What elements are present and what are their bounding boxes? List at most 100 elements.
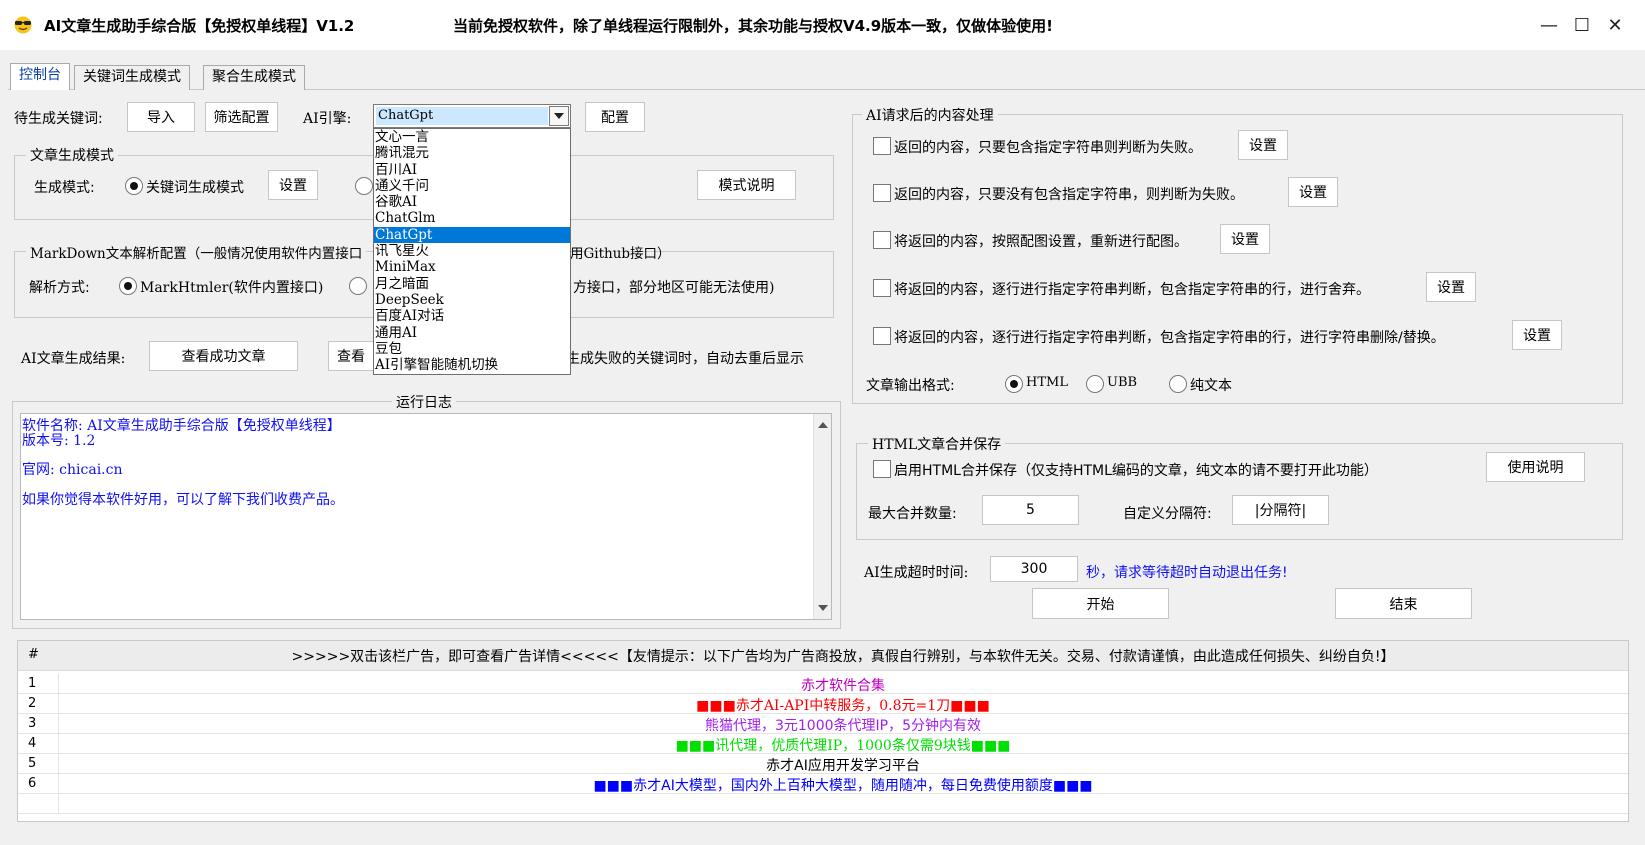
engine-dropdown-list: 文心一言 腾讯混元 百川AI 通义千问 谷歌AI ChatGlm ChatGpt… (373, 128, 571, 375)
engine-option[interactable]: 谷歌AI (374, 194, 570, 210)
log-scrollbar[interactable] (813, 414, 831, 619)
rule-label: 返回的内容，只要包含指定字符串则判断为失败。 (894, 140, 1202, 156)
result-label: AI文章生成结果: (21, 351, 126, 367)
radio-github-label-tail: 方接口，部分地区可能无法使用) (573, 280, 775, 296)
ad-row-number: 3 (28, 716, 37, 731)
radio-plaintext-label: 纯文本 (1190, 378, 1232, 394)
engine-label: AI引擎: (303, 111, 352, 127)
timeout-input[interactable]: 300 (990, 556, 1078, 582)
tab-keyword-mode[interactable]: 关键词生成模式 (74, 65, 190, 90)
rule-settings-button[interactable]: 设置 (1288, 177, 1338, 207)
filter-config-button[interactable]: 筛选配置 (205, 102, 278, 132)
engine-config-button[interactable]: 配置 (585, 102, 645, 132)
merge-help-button[interactable]: 使用说明 (1486, 452, 1585, 482)
ad-row-text[interactable]: 赤才AI应用开发学习平台 (58, 755, 1628, 775)
rule-checkbox[interactable] (873, 231, 891, 249)
engine-option[interactable]: AI引擎智能随机切换 (374, 357, 570, 373)
radio-plaintext[interactable] (1169, 375, 1187, 393)
ad-row-text[interactable]: ■■■讯代理，优质代理IP，1000条仅需9块钱■■■ (58, 735, 1628, 755)
log-line: 如果你觉得本软件好用，可以了解下我们收费产品。 (22, 492, 344, 508)
scroll-down-icon[interactable] (818, 605, 828, 611)
parse-mode-label: 解析方式: (29, 280, 90, 296)
engine-option[interactable]: 豆包 (374, 341, 570, 357)
separator-label: 自定义分隔符: (1123, 506, 1212, 522)
engine-option[interactable]: 讯飞星火 (374, 243, 570, 259)
view-success-button[interactable]: 查看成功文章 (149, 341, 298, 371)
engine-option[interactable]: 腾讯混元 (374, 145, 570, 161)
ad-row-number: 2 (28, 696, 37, 711)
merge-enable-checkbox[interactable] (873, 460, 891, 478)
rule-settings-button[interactable]: 设置 (1238, 130, 1288, 160)
minimize-button[interactable]: — (1533, 10, 1565, 40)
radio-keyword-mode-label: 关键词生成模式 (146, 180, 244, 196)
maximize-button[interactable]: ☐ (1566, 10, 1598, 40)
radio-ubb-label: UBB (1107, 375, 1138, 390)
radio-second-mode[interactable] (355, 177, 373, 195)
max-merge-label: 最大合并数量: (868, 506, 957, 522)
radio-markhtmler-label: MarkHtmler(软件内置接口) (140, 280, 324, 296)
radio-github[interactable] (349, 277, 367, 295)
rule-settings-button[interactable]: 设置 (1220, 224, 1270, 254)
rule-label: 将返回的内容，逐行进行指定字符串判断，包含指定字符串的行，进行字符串删除/替换。 (894, 330, 1445, 346)
radio-markhtmler[interactable] (119, 277, 137, 295)
sunglasses-face-icon (14, 16, 32, 34)
radio-ubb[interactable] (1086, 375, 1104, 393)
stop-button[interactable]: 结束 (1335, 588, 1472, 619)
ad-row-number: 6 (28, 776, 37, 791)
ad-row[interactable]: 1 赤才软件合集 (18, 674, 1628, 694)
ad-row-number: 4 (28, 736, 37, 751)
gen-mode-settings-button[interactable]: 设置 (268, 170, 318, 200)
ad-table[interactable]: # >>>>>双击该栏广告，即可查看广告详情<<<<<【友情提示：以下广告均为广… (17, 640, 1629, 822)
ad-row[interactable]: 6 ■■■赤才AI大模型，国内外上百种大模型，随用随冲，每日免费使用额度■■■ (18, 774, 1628, 794)
rule-settings-button[interactable]: 设置 (1426, 272, 1476, 302)
tab-console[interactable]: 控制台 (10, 63, 70, 90)
engine-option[interactable]: DeepSeek (374, 292, 570, 308)
merge-group-title: HTML文章合并保存 (868, 434, 1006, 454)
timeout-hint: 秒，请求等待超时自动退出任务! (1086, 565, 1288, 581)
view-failed-button[interactable]: 查看 (328, 341, 374, 371)
ad-row-number: 5 (28, 756, 37, 771)
radio-html[interactable] (1005, 375, 1023, 393)
gen-mode-group-title: 文章生成模式 (26, 145, 118, 165)
merge-enable-label: 启用HTML合并保存（仅支持HTML编码的文章，纯文本的请不要打开此功能） (894, 463, 1378, 479)
rule-checkbox[interactable] (873, 327, 891, 345)
ad-row-text[interactable]: ■■■赤才AI大模型，国内外上百种大模型，随用随冲，每日免费使用额度■■■ (58, 775, 1628, 795)
engine-option[interactable]: 通用AI (374, 325, 570, 341)
start-button[interactable]: 开始 (1032, 588, 1169, 619)
log-textarea[interactable]: 软件名称: AI文章生成助手综合版【免授权单线程】 版本号: 1.2 官网: c… (20, 413, 832, 620)
ad-row-text[interactable]: 赤才软件合集 (58, 675, 1628, 695)
separator-input[interactable]: |分隔符| (1232, 495, 1329, 525)
engine-option[interactable]: 百川AI (374, 162, 570, 178)
ad-row-text[interactable]: ■■■赤才AI-API中转服务，0.8元=1刀■■■ (58, 695, 1628, 715)
rule-checkbox[interactable] (873, 184, 891, 202)
rule-checkbox[interactable] (873, 137, 891, 155)
ad-row[interactable]: 2 ■■■赤才AI-API中转服务，0.8元=1刀■■■ (18, 694, 1628, 714)
gen-mode-label: 生成模式: (34, 180, 95, 196)
max-merge-input[interactable]: 5 (982, 495, 1079, 525)
ad-row[interactable]: 3 熊猫代理，3元1000条代理IP，5分钟内有效 (18, 714, 1628, 734)
mode-explain-button[interactable]: 模式说明 (697, 170, 796, 200)
engine-select[interactable]: ChatGpt (373, 104, 571, 128)
ad-row[interactable]: 5 赤才AI应用开发学习平台 (18, 754, 1628, 774)
log-title: 运行日志 (392, 392, 456, 412)
engine-option[interactable]: 通义千问 (374, 178, 570, 194)
engine-option[interactable]: 百度AI对话 (374, 308, 570, 324)
rule-label: 将返回的内容，逐行进行指定字符串判断，包含指定字符串的行，进行舍弃。 (894, 282, 1370, 298)
tab-aggregate-mode[interactable]: 聚合生成模式 (203, 65, 305, 90)
scroll-up-icon[interactable] (818, 422, 828, 428)
rule-settings-button[interactable]: 设置 (1512, 320, 1562, 350)
chevron-down-icon[interactable] (549, 106, 569, 126)
rule-checkbox[interactable] (873, 279, 891, 297)
window-title: AI文章生成助手综合版【免授权单线程】V1.2 (44, 17, 355, 35)
import-button[interactable]: 导入 (127, 102, 195, 132)
radio-keyword-mode[interactable] (125, 177, 143, 195)
engine-selected-value: ChatGpt (376, 107, 548, 125)
ad-row[interactable]: 4 ■■■讯代理，优质代理IP，1000条仅需9块钱■■■ (18, 734, 1628, 754)
engine-option-selected[interactable]: ChatGpt (374, 226, 570, 244)
close-button[interactable]: ✕ (1599, 10, 1631, 40)
engine-option[interactable]: MiniMax (374, 259, 570, 275)
engine-option[interactable]: ChatGlm (374, 210, 570, 226)
engine-option[interactable]: 文心一言 (374, 129, 570, 145)
engine-option[interactable]: 月之暗面 (374, 276, 570, 292)
ad-row-text[interactable]: 熊猫代理，3元1000条代理IP，5分钟内有效 (58, 715, 1628, 735)
